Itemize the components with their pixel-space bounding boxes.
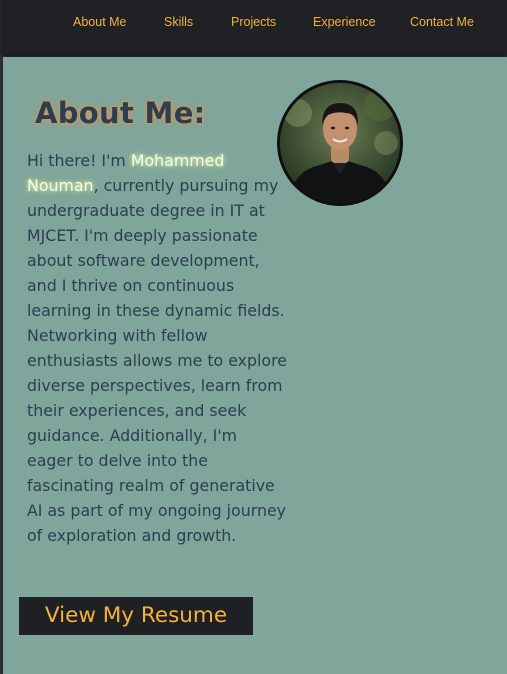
bio-body: , currently pursuing my undergraduate de… bbox=[27, 176, 287, 545]
navbar: About Me Skills Projects Experience Cont… bbox=[2, 0, 507, 55]
profile-photo bbox=[277, 80, 403, 206]
nav-link-experience[interactable]: Experience bbox=[313, 15, 376, 29]
about-bio: Hi there! I'm Mohammed Nouman, currently… bbox=[27, 148, 287, 548]
bio-greeting: Hi there! I'm bbox=[27, 151, 131, 170]
nav-link-skills[interactable]: Skills bbox=[164, 15, 193, 29]
nav-link-projects[interactable]: Projects bbox=[231, 15, 276, 29]
view-resume-button[interactable]: View My Resume bbox=[19, 597, 253, 635]
nav-link-about-me[interactable]: About Me bbox=[73, 15, 127, 29]
about-heading: About Me: bbox=[35, 96, 206, 130]
nav-link-contact-me[interactable]: Contact Me bbox=[410, 15, 474, 29]
profile-photo-illustration bbox=[280, 83, 400, 203]
